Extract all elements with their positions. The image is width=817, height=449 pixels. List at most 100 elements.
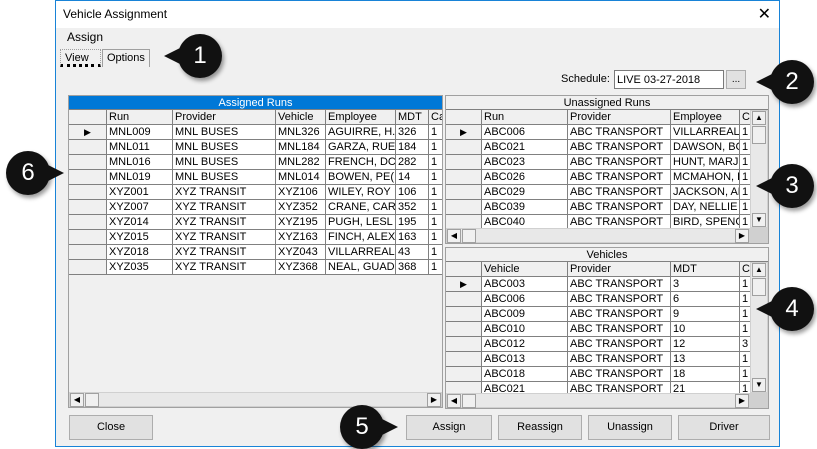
table-cell[interactable]: ABC TRANSPORT	[568, 185, 671, 200]
row-header[interactable]	[446, 337, 482, 352]
column-header[interactable]	[69, 110, 107, 125]
row-header[interactable]	[446, 185, 482, 200]
scroll-left-icon[interactable]: ◀	[447, 394, 461, 408]
table-cell[interactable]: MNL184	[276, 140, 326, 155]
assign-button[interactable]: Assign	[406, 415, 492, 440]
table-cell[interactable]: XYZ015	[107, 230, 173, 245]
table-cell[interactable]: 1	[429, 230, 442, 245]
table-cell[interactable]: 326	[396, 125, 429, 140]
column-header[interactable]: Employee	[671, 110, 740, 125]
scroll-right-icon[interactable]: ▶	[735, 229, 749, 243]
table-cell[interactable]: ABC021	[482, 140, 568, 155]
table-cell[interactable]: XYZ043	[276, 245, 326, 260]
table-cell[interactable]: 3	[671, 277, 740, 292]
close-button[interactable]: Close	[69, 415, 153, 440]
table-cell[interactable]: 13	[671, 352, 740, 367]
table-cell[interactable]: MNL BUSES	[173, 140, 276, 155]
table-cell[interactable]: 1	[429, 125, 442, 140]
table-cell[interactable]: XYZ018	[107, 245, 173, 260]
table-cell[interactable]: 1	[429, 215, 442, 230]
table-cell[interactable]: XYZ106	[276, 185, 326, 200]
table-cell[interactable]: 6	[671, 292, 740, 307]
column-header[interactable]	[446, 110, 482, 125]
table-cell[interactable]: JACKSON, AL	[671, 185, 740, 200]
table-cell[interactable]: XYZ TRANSIT	[173, 260, 276, 275]
row-header[interactable]	[446, 307, 482, 322]
table-cell[interactable]: 184	[396, 140, 429, 155]
current-row-indicator-icon[interactable]: ▶	[446, 277, 482, 292]
table-cell[interactable]: XYZ014	[107, 215, 173, 230]
menu-assign[interactable]: Assign	[67, 30, 103, 44]
table-cell[interactable]: MNL BUSES	[173, 155, 276, 170]
table-cell[interactable]: ABC TRANSPORT	[568, 307, 671, 322]
unassigned-runs-grid[interactable]: Unassigned Runs Run Provider Employee C ▶ ABC0…	[445, 95, 769, 244]
table-cell[interactable]: MNL014	[276, 170, 326, 185]
column-header[interactable]	[446, 262, 482, 277]
table-cell[interactable]: ABC TRANSPORT	[568, 125, 671, 140]
table-cell[interactable]: ABC026	[482, 170, 568, 185]
row-header[interactable]	[69, 245, 107, 260]
row-header[interactable]	[69, 215, 107, 230]
scroll-down-icon[interactable]: ▼	[752, 378, 766, 392]
table-cell[interactable]: ABC TRANSPORT	[568, 155, 671, 170]
current-row-indicator-icon[interactable]: ▶	[69, 125, 107, 140]
vertical-scrollbar[interactable]: ▲ ▼	[750, 110, 768, 228]
row-header[interactable]	[446, 367, 482, 382]
scroll-up-icon[interactable]: ▲	[752, 263, 766, 277]
table-cell[interactable]: PUGH, LESL	[326, 215, 396, 230]
scroll-thumb[interactable]	[462, 229, 476, 243]
table-cell[interactable]: ABC003	[482, 277, 568, 292]
row-header[interactable]	[446, 155, 482, 170]
schedule-browse-button[interactable]: ...	[726, 70, 746, 89]
table-cell[interactable]: ABC TRANSPORT	[568, 292, 671, 307]
table-cell[interactable]: AGUIRRE, H.	[326, 125, 396, 140]
table-cell[interactable]: 368	[396, 260, 429, 275]
table-cell[interactable]: 14	[396, 170, 429, 185]
table-cell[interactable]: ABC023	[482, 155, 568, 170]
table-cell[interactable]: 1	[429, 170, 442, 185]
tab-view[interactable]: View	[60, 49, 101, 67]
horizontal-scrollbar[interactable]: ◀ ▶	[446, 393, 750, 408]
table-cell[interactable]: ABC039	[482, 200, 568, 215]
scroll-up-icon[interactable]: ▲	[752, 111, 766, 125]
column-header[interactable]: Ca	[429, 110, 442, 125]
table-cell[interactable]: XYZ368	[276, 260, 326, 275]
vehicles-grid[interactable]: Vehicles Vehicle Provider MDT C ▶ ABC003 ABC TR…	[445, 247, 769, 409]
table-cell[interactable]: ABC009	[482, 307, 568, 322]
row-header[interactable]	[446, 322, 482, 337]
table-cell[interactable]: XYZ195	[276, 215, 326, 230]
table-cell[interactable]: XYZ TRANSIT	[173, 215, 276, 230]
table-cell[interactable]: VILLARREAL	[326, 245, 396, 260]
column-header[interactable]: Employee	[326, 110, 396, 125]
table-cell[interactable]: MNL326	[276, 125, 326, 140]
column-header[interactable]: Provider	[568, 262, 671, 277]
row-header[interactable]	[69, 170, 107, 185]
table-cell[interactable]: ABC TRANSPORT	[568, 322, 671, 337]
table-cell[interactable]: ABC TRANSPORT	[568, 352, 671, 367]
column-header[interactable]: MDT	[396, 110, 429, 125]
column-header[interactable]: Run	[107, 110, 173, 125]
table-cell[interactable]: MNL BUSES	[173, 125, 276, 140]
table-cell[interactable]: ABC013	[482, 352, 568, 367]
driver-button[interactable]: Driver	[678, 415, 770, 440]
table-cell[interactable]: XYZ007	[107, 200, 173, 215]
table-cell[interactable]: ABC TRANSPORT	[568, 200, 671, 215]
row-header[interactable]	[69, 155, 107, 170]
table-cell[interactable]: CRANE, CAR	[326, 200, 396, 215]
row-header[interactable]	[446, 170, 482, 185]
table-cell[interactable]: WILEY, ROY	[326, 185, 396, 200]
scroll-left-icon[interactable]: ◀	[70, 393, 84, 407]
assigned-runs-grid[interactable]: Assigned Runs Run Provider Vehicle Employee M…	[68, 95, 443, 408]
column-header[interactable]: Vehicle	[482, 262, 568, 277]
table-cell[interactable]: FINCH, ALEX	[326, 230, 396, 245]
table-cell[interactable]: XYZ001	[107, 185, 173, 200]
row-header[interactable]	[69, 200, 107, 215]
table-cell[interactable]: ABC TRANSPORT	[568, 277, 671, 292]
schedule-input[interactable]	[614, 70, 724, 89]
table-cell[interactable]: MNL011	[107, 140, 173, 155]
table-cell[interactable]: 1	[429, 155, 442, 170]
row-header[interactable]	[69, 230, 107, 245]
table-cell[interactable]: XYZ TRANSIT	[173, 230, 276, 245]
table-cell[interactable]: 43	[396, 245, 429, 260]
scroll-right-icon[interactable]: ▶	[735, 394, 749, 408]
